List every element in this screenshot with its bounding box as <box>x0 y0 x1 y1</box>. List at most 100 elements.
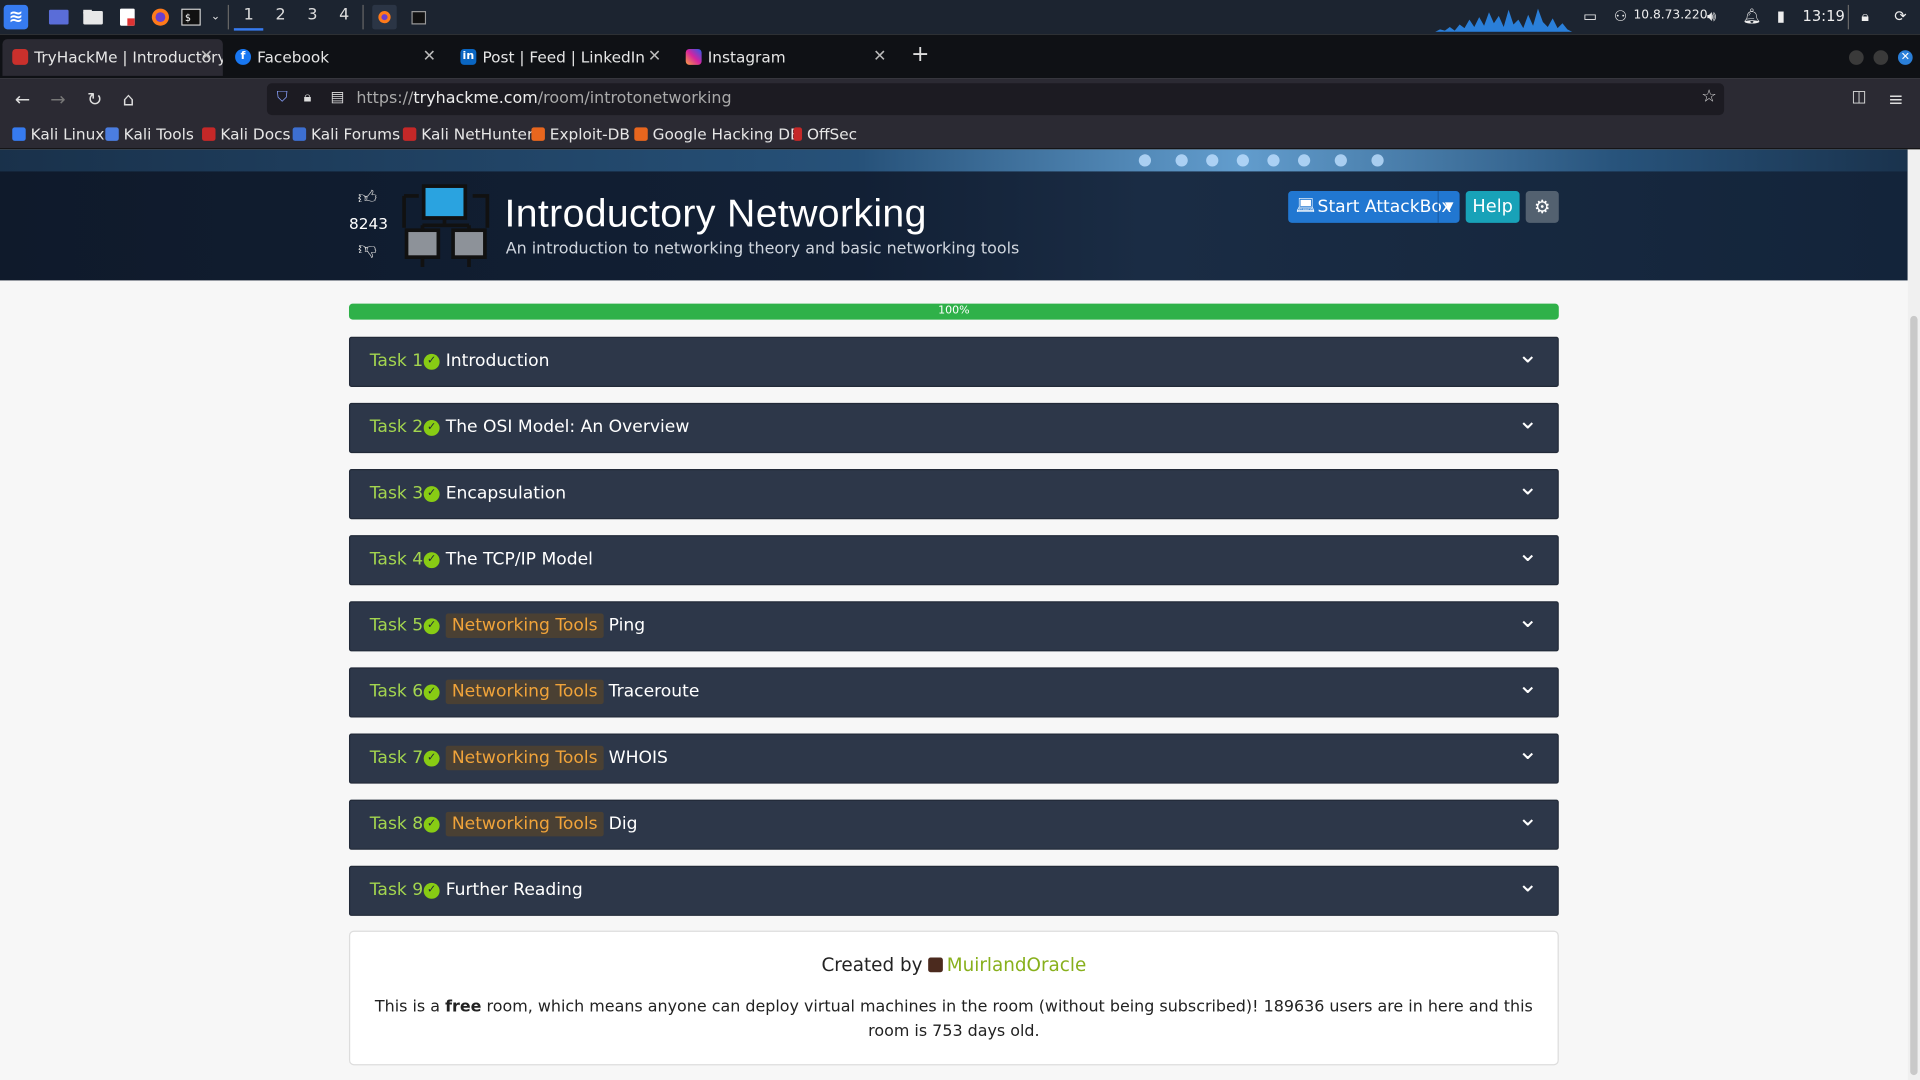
task-title: Networking Tools Dig <box>445 801 637 849</box>
tab-label: Instagram <box>707 47 786 67</box>
bookmark-offsec[interactable]: OffSec <box>793 125 857 143</box>
chevron-down-icon[interactable]: ⌄ <box>203 5 227 29</box>
notifications-icon[interactable]: 🔔︎ <box>1742 7 1761 24</box>
laptop-icon: 💻︎ <box>1295 197 1316 216</box>
close-tab-icon[interactable]: ✕ <box>423 39 436 76</box>
bookmark-kali-forums[interactable]: Kali Forums <box>292 125 400 143</box>
bookmark-label: Kali Docs <box>220 124 291 144</box>
page-content: 👍︎ 8243 👎︎ Introductory Networking An in… <box>0 149 1908 1080</box>
thumbs-up-icon[interactable]: 👍︎ <box>349 186 386 209</box>
workspace-4[interactable]: 4 <box>339 6 349 24</box>
close-window-button[interactable]: ✕ <box>1897 50 1913 65</box>
task-row[interactable]: Task 5 ✓ Networking Tools Ping ⌄ <box>348 601 1559 652</box>
task-number: Task 3 <box>369 483 424 504</box>
author-avatar[interactable] <box>928 957 944 973</box>
offsec-icon <box>793 127 803 141</box>
chevron-down-icon[interactable]: ⌄ <box>1517 727 1538 775</box>
power-icon[interactable]: ⟳ <box>1894 7 1906 24</box>
file-manager-icon[interactable] <box>81 5 105 29</box>
url-bar[interactable]: ⛉ 🔒︎ ▤ https://tryhackme.com/room/introt… <box>266 83 1725 116</box>
url-text[interactable]: https://tryhackme.com/room/introtonetwor… <box>356 89 731 107</box>
reload-icon[interactable]: ↻ <box>87 88 102 110</box>
terminal-window-icon[interactable] <box>407 5 431 29</box>
author-link[interactable]: MuirlandOracle <box>947 954 1087 976</box>
workspace-3[interactable]: 3 <box>307 6 317 24</box>
desktop-icon[interactable] <box>47 5 71 29</box>
task-title: Networking Tools WHOIS <box>445 735 668 783</box>
lock-screen-icon[interactable]: 🔒︎ <box>1861 7 1869 25</box>
firefox-window-icon[interactable] <box>372 4 397 30</box>
bookmark-kali-docs[interactable]: Kali Docs <box>202 125 290 143</box>
task-number: Task 9 <box>369 880 424 901</box>
page-title: Introductory Networking <box>504 191 927 236</box>
close-tab-icon[interactable]: ✕ <box>200 39 213 76</box>
battery-icon[interactable]: ▮ <box>1777 7 1785 24</box>
chevron-down-icon[interactable]: ⌄ <box>1517 860 1538 908</box>
vote-widget: 👍︎ 8243 👎︎ <box>349 186 388 261</box>
workspace-2[interactable]: 2 <box>276 6 286 24</box>
hamburger-menu-icon[interactable]: ≡ <box>1888 88 1903 110</box>
tracking-shield-icon[interactable]: ⛉ <box>277 88 288 106</box>
home-icon[interactable]: ⌂ <box>122 88 134 110</box>
help-button[interactable]: Help <box>1465 191 1520 223</box>
bookmark-kali-tools[interactable]: Kali Tools <box>105 125 194 143</box>
task-row[interactable]: Task 4 ✓ The TCP/IP Model ⌄ <box>348 535 1559 586</box>
terminal-icon[interactable]: $ <box>179 5 203 29</box>
chevron-down-icon[interactable]: ⌄ <box>1517 793 1538 841</box>
chevron-down-icon[interactable]: ⌄ <box>1517 661 1538 709</box>
forward-arrow-icon[interactable]: → <box>50 88 65 110</box>
back-arrow-icon[interactable]: ← <box>15 88 30 110</box>
new-tab-button[interactable]: + <box>911 42 929 68</box>
minimize-window-button[interactable] <box>1848 50 1864 65</box>
bookmark-exploit-db[interactable]: Exploit-DB <box>531 125 630 143</box>
task-row[interactable]: Task 8 ✓ Networking Tools Dig ⌄ <box>348 799 1559 850</box>
chevron-down-icon[interactable]: ⌄ <box>1517 595 1538 643</box>
display-icon[interactable]: ▭ <box>1583 7 1597 24</box>
tab-tryhackme[interactable]: TryHackMe | Introductory ✕ <box>2 39 223 76</box>
task-number: Task 4 <box>369 549 424 570</box>
thumbs-down-icon[interactable]: 👎︎ <box>349 238 386 261</box>
task-name: Ping <box>608 615 646 636</box>
bookmark-google-hacking-db[interactable]: Google Hacking DB <box>634 125 800 143</box>
bookmark-kali-linux[interactable]: Kali Linux <box>12 125 104 143</box>
tab-linkedin[interactable]: in Post | Feed | LinkedIn ✕ <box>451 39 671 76</box>
chevron-down-icon[interactable]: ⌄ <box>1517 529 1538 577</box>
chevron-down-icon[interactable]: ⌄ <box>1517 331 1538 379</box>
tab-instagram[interactable]: Instagram ✕ <box>676 39 896 76</box>
task-row[interactable]: Task 7 ✓ Networking Tools WHOIS ⌄ <box>348 733 1559 784</box>
close-tab-icon[interactable]: ✕ <box>873 39 886 76</box>
kali-menu-icon[interactable]: ≋ <box>3 4 29 30</box>
chevron-down-icon[interactable]: ⌄ <box>1517 397 1538 445</box>
task-row[interactable]: Task 6 ✓ Networking Tools Traceroute ⌄ <box>348 667 1559 718</box>
room-logo-network-icon <box>402 184 490 267</box>
pocket-icon[interactable]: ◫ <box>1851 88 1866 106</box>
task-row[interactable]: Task 9 ✓ Further Reading ⌄ <box>348 865 1559 916</box>
bookmark-kali-nethunter[interactable]: Kali NetHunter <box>402 125 533 143</box>
task-row[interactable]: Task 1 ✓ Introduction ⌄ <box>348 336 1559 387</box>
task-row[interactable]: Task 2 ✓ The OSI Model: An Overview ⌄ <box>348 402 1559 454</box>
tab-facebook[interactable]: f Facebook ✕ <box>225 39 445 76</box>
close-tab-icon[interactable]: ✕ <box>648 39 661 76</box>
tryhackme-favicon-icon <box>12 48 29 65</box>
bookmark-star-icon[interactable]: ☆ <box>1701 87 1716 107</box>
scrollbar-thumb[interactable] <box>1910 315 1918 1076</box>
clock[interactable]: 13:19 <box>1802 7 1844 24</box>
settings-gear-icon[interactable]: ⚙ <box>1525 191 1559 223</box>
firefox-icon[interactable] <box>148 5 172 29</box>
permissions-icon[interactable]: ▤ <box>331 88 345 105</box>
padlock-icon[interactable]: 🔒︎ <box>304 88 312 106</box>
browser-tab-bar: TryHackMe | Introductory ✕ f Facebook ✕ … <box>0 34 1920 79</box>
os-taskbar: ≋ $ ⌄ 1 2 3 4 ▭ ⚇ 10.8.73.220 🔊︎ 🔔︎ ▮ 13… <box>0 0 1920 35</box>
caret-down-icon[interactable]: ▼ <box>1437 191 1460 223</box>
vpn-icon[interactable]: ⚇ <box>1614 7 1627 24</box>
page-scrollbar[interactable] <box>1907 149 1920 1080</box>
volume-icon[interactable]: 🔊︎ <box>1707 7 1716 25</box>
text-editor-icon[interactable] <box>115 5 139 29</box>
desc-text: This is a <box>374 997 446 1017</box>
workspace-1[interactable]: 1 <box>233 6 265 31</box>
start-attackbox-button[interactable]: 💻︎ Start AttackBox ▼ <box>1288 191 1460 223</box>
task-row[interactable]: Task 3 ✓ Encapsulation ⌄ <box>348 468 1559 520</box>
chevron-down-icon[interactable]: ⌄ <box>1517 463 1538 511</box>
check-circle-icon: ✓ <box>423 420 440 436</box>
maximize-window-button[interactable] <box>1873 50 1889 65</box>
